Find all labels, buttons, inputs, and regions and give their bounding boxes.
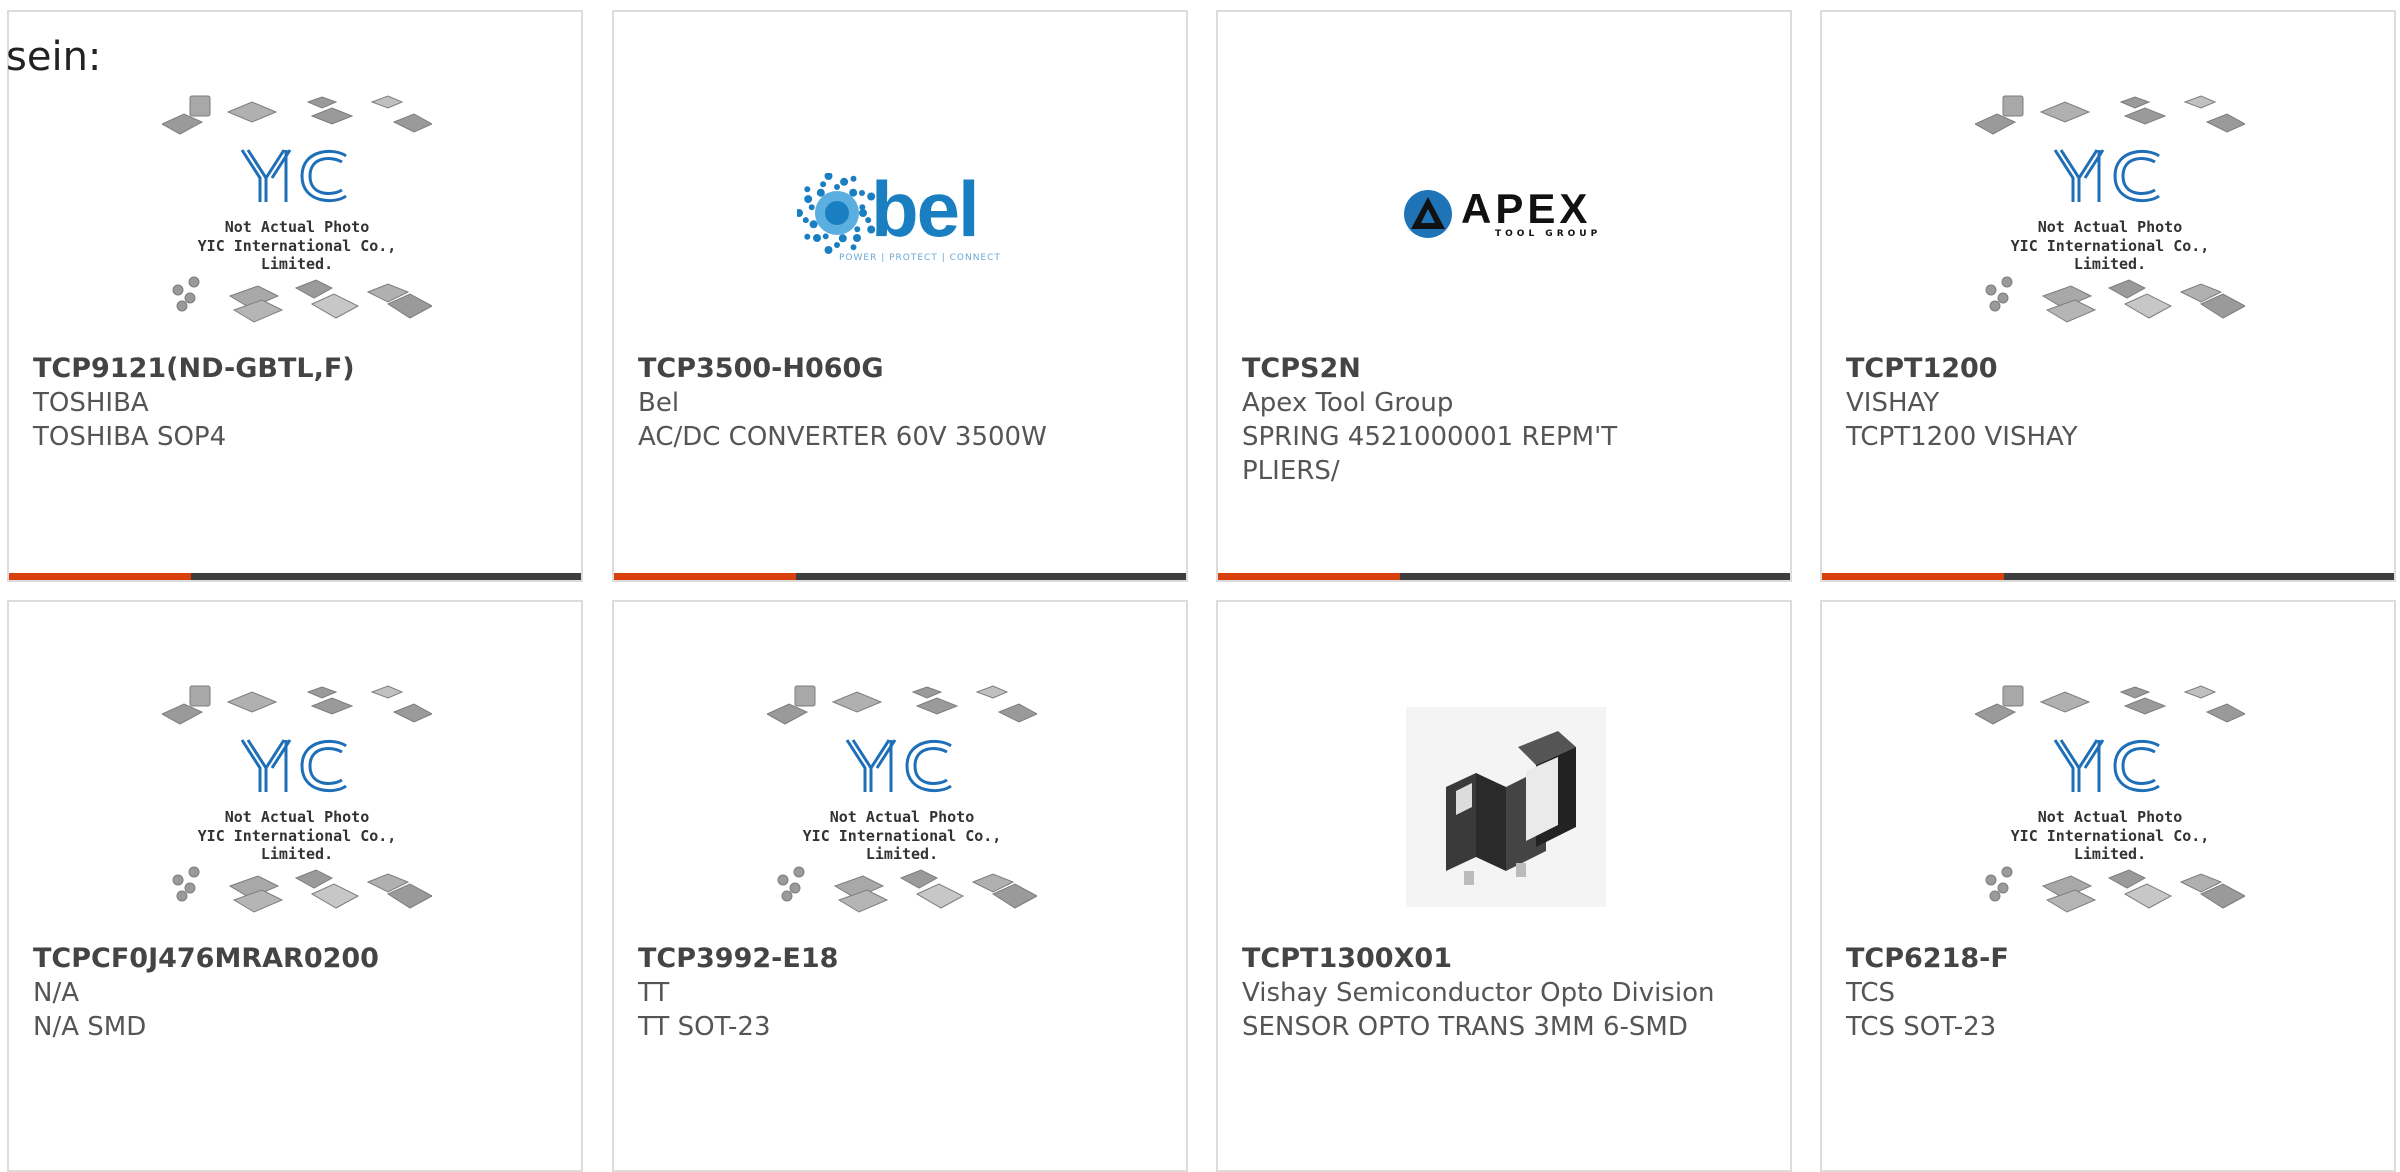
placeholder-caption-line2: YIC International Co., Limited.: [197, 237, 397, 273]
card-bottom-bar: [9, 573, 581, 580]
product-thumbnail[interactable]: Not Actual Photo YIC International Co., …: [614, 672, 1186, 942]
product-info: TCP3992-E18 TT TT SOT-23: [638, 942, 1118, 1044]
part-number-link[interactable]: TCP3500-H060G: [638, 352, 1118, 386]
placeholder-caption-line2: YIC International Co., Limited.: [2010, 827, 2210, 863]
placeholder-caption-line1: Not Actual Photo: [2037, 218, 2183, 236]
placeholder-caption-line1: Not Actual Photo: [224, 808, 370, 826]
placeholder-caption-line2: YIC International Co., Limited.: [802, 827, 1002, 863]
product-description: AC/DC CONVERTER 60V 3500W: [638, 422, 1047, 452]
part-number-link[interactable]: TCP6218-F: [1846, 942, 2326, 976]
yic-placeholder-image: Not Actual Photo YIC International Co., …: [1975, 92, 2245, 342]
product-info: TCPT1200 VISHAY TCPT1200 VISHAY: [1846, 352, 2326, 454]
product-card[interactable]: Not Actual Photo YIC International Co., …: [7, 600, 583, 1172]
card-accent-bar: [614, 573, 796, 580]
bel-logo-tagline: POWER | PROTECT | CONNECT: [839, 253, 1001, 263]
product-thumbnail[interactable]: Not Actual Photo YIC International Co., …: [9, 672, 581, 942]
product-thumbnail[interactable]: Not Actual Photo YIC International Co., …: [1822, 82, 2394, 352]
manufacturer: TCS: [1846, 978, 1896, 1008]
yic-placeholder-image: Not Actual Photo YIC International Co., …: [162, 682, 432, 932]
placeholder-caption-line2: YIC International Co., Limited.: [197, 827, 397, 863]
card-accent-bar: [1218, 573, 1400, 580]
manufacturer: Vishay Semiconductor Opto Division: [1242, 978, 1715, 1008]
product-info: TCP6218-F TCS TCS SOT-23: [1846, 942, 2326, 1044]
card-bottom-bar: [1822, 573, 2394, 580]
product-card[interactable]: Not Actual Photo YIC International Co., …: [1820, 10, 2396, 582]
card-bottom-bar: [614, 573, 1186, 580]
manufacturer: TT: [638, 978, 670, 1008]
product-card[interactable]: Not Actual Photo YIC International Co., …: [612, 600, 1188, 1172]
product-info: TCPCF0J476MRAR0200 N/A N/A SMD: [33, 942, 513, 1044]
product-description: TCPT1200 VISHAY: [1846, 422, 2078, 452]
product-description: TCS SOT-23: [1846, 1012, 1997, 1042]
product-thumbnail[interactable]: Not Actual Photo YIC International Co., …: [1822, 672, 2394, 942]
product-thumbnail[interactable]: [1218, 672, 1790, 942]
product-thumbnail[interactable]: APEX TOOL GROUP: [1218, 82, 1790, 352]
placeholder-caption-line1: Not Actual Photo: [829, 808, 975, 826]
placeholder-caption-line1: Not Actual Photo: [224, 218, 370, 236]
part-number-link[interactable]: TCPCF0J476MRAR0200: [33, 942, 513, 976]
placeholder-caption-line2: YIC International Co., Limited.: [2010, 237, 2210, 273]
product-description: TOSHIBA SOP4: [33, 422, 227, 452]
apex-logo: APEX TOOL GROUP: [1401, 187, 1611, 247]
part-number-link[interactable]: TCP9121(ND-GBTL,F): [33, 352, 513, 386]
product-card[interactable]: APEX TOOL GROUP TCPS2N Apex Tool Group SPRIN…: [1216, 10, 1792, 582]
part-number-link[interactable]: TCPT1300X01: [1242, 942, 1722, 976]
card-bottom-bar: [1218, 573, 1790, 580]
manufacturer: Bel: [638, 388, 680, 418]
manufacturer: N/A: [33, 978, 79, 1008]
placeholder-caption-line1: Not Actual Photo: [2037, 808, 2183, 826]
apex-logo-sub: TOOL GROUP: [1495, 229, 1602, 239]
section-heading: sein:: [6, 34, 102, 80]
part-number-link[interactable]: TCP3992-E18: [638, 942, 1118, 976]
yic-placeholder-image: Not Actual Photo YIC International Co., …: [1975, 682, 2245, 932]
product-description: SENSOR OPTO TRANS 3MM 6-SMD: [1242, 1012, 1688, 1042]
product-description: N/A SMD: [33, 1012, 147, 1042]
product-thumbnail[interactable]: Not Actual Photo YIC International Co., …: [9, 82, 581, 352]
product-description: TT SOT-23: [638, 1012, 771, 1042]
part-number-link[interactable]: TCPT1200: [1846, 352, 2326, 386]
product-thumbnail[interactable]: bel POWER | PROTECT | CONNECT: [614, 82, 1186, 352]
yic-placeholder-image: Not Actual Photo YIC International Co., …: [162, 92, 432, 342]
product-info: TCPS2N Apex Tool Group SPRING 4521000001 R…: [1242, 352, 1722, 488]
product-card[interactable]: Not Actual Photo YIC International Co., …: [1820, 600, 2396, 1172]
yic-placeholder-image: Not Actual Photo YIC International Co., …: [767, 682, 1037, 932]
bel-logo: bel POWER | PROTECT | CONNECT: [797, 167, 1007, 267]
apex-logo-word: APEX: [1461, 185, 1592, 232]
manufacturer: Apex Tool Group: [1242, 388, 1454, 418]
product-card[interactable]: TCPT1300X01 Vishay Semiconductor Opto Div…: [1216, 600, 1792, 1172]
card-accent-bar: [1822, 573, 2004, 580]
card-accent-bar: [9, 573, 191, 580]
part-number-link[interactable]: TCPS2N: [1242, 352, 1722, 386]
manufacturer: TOSHIBA: [33, 388, 149, 418]
product-info: TCP3500-H060G Bel AC/DC CONVERTER 60V 3500…: [638, 352, 1118, 454]
product-card[interactable]: Not Actual Photo YIC International Co., …: [7, 10, 583, 582]
product-card[interactable]: bel POWER | PROTECT | CONNECT TCP3500-H060…: [612, 10, 1188, 582]
product-info: TCP9121(ND-GBTL,F) TOSHIBA TOSHIBA SOP4: [33, 352, 513, 454]
bel-logo-word: bel: [871, 165, 980, 253]
product-info: TCPT1300X01 Vishay Semiconductor Opto Div…: [1242, 942, 1722, 1044]
manufacturer: VISHAY: [1846, 388, 1940, 418]
product-description: SPRING 4521000001 REPM'T PLIERS/: [1242, 422, 1618, 486]
sensor-photo: [1406, 707, 1606, 907]
